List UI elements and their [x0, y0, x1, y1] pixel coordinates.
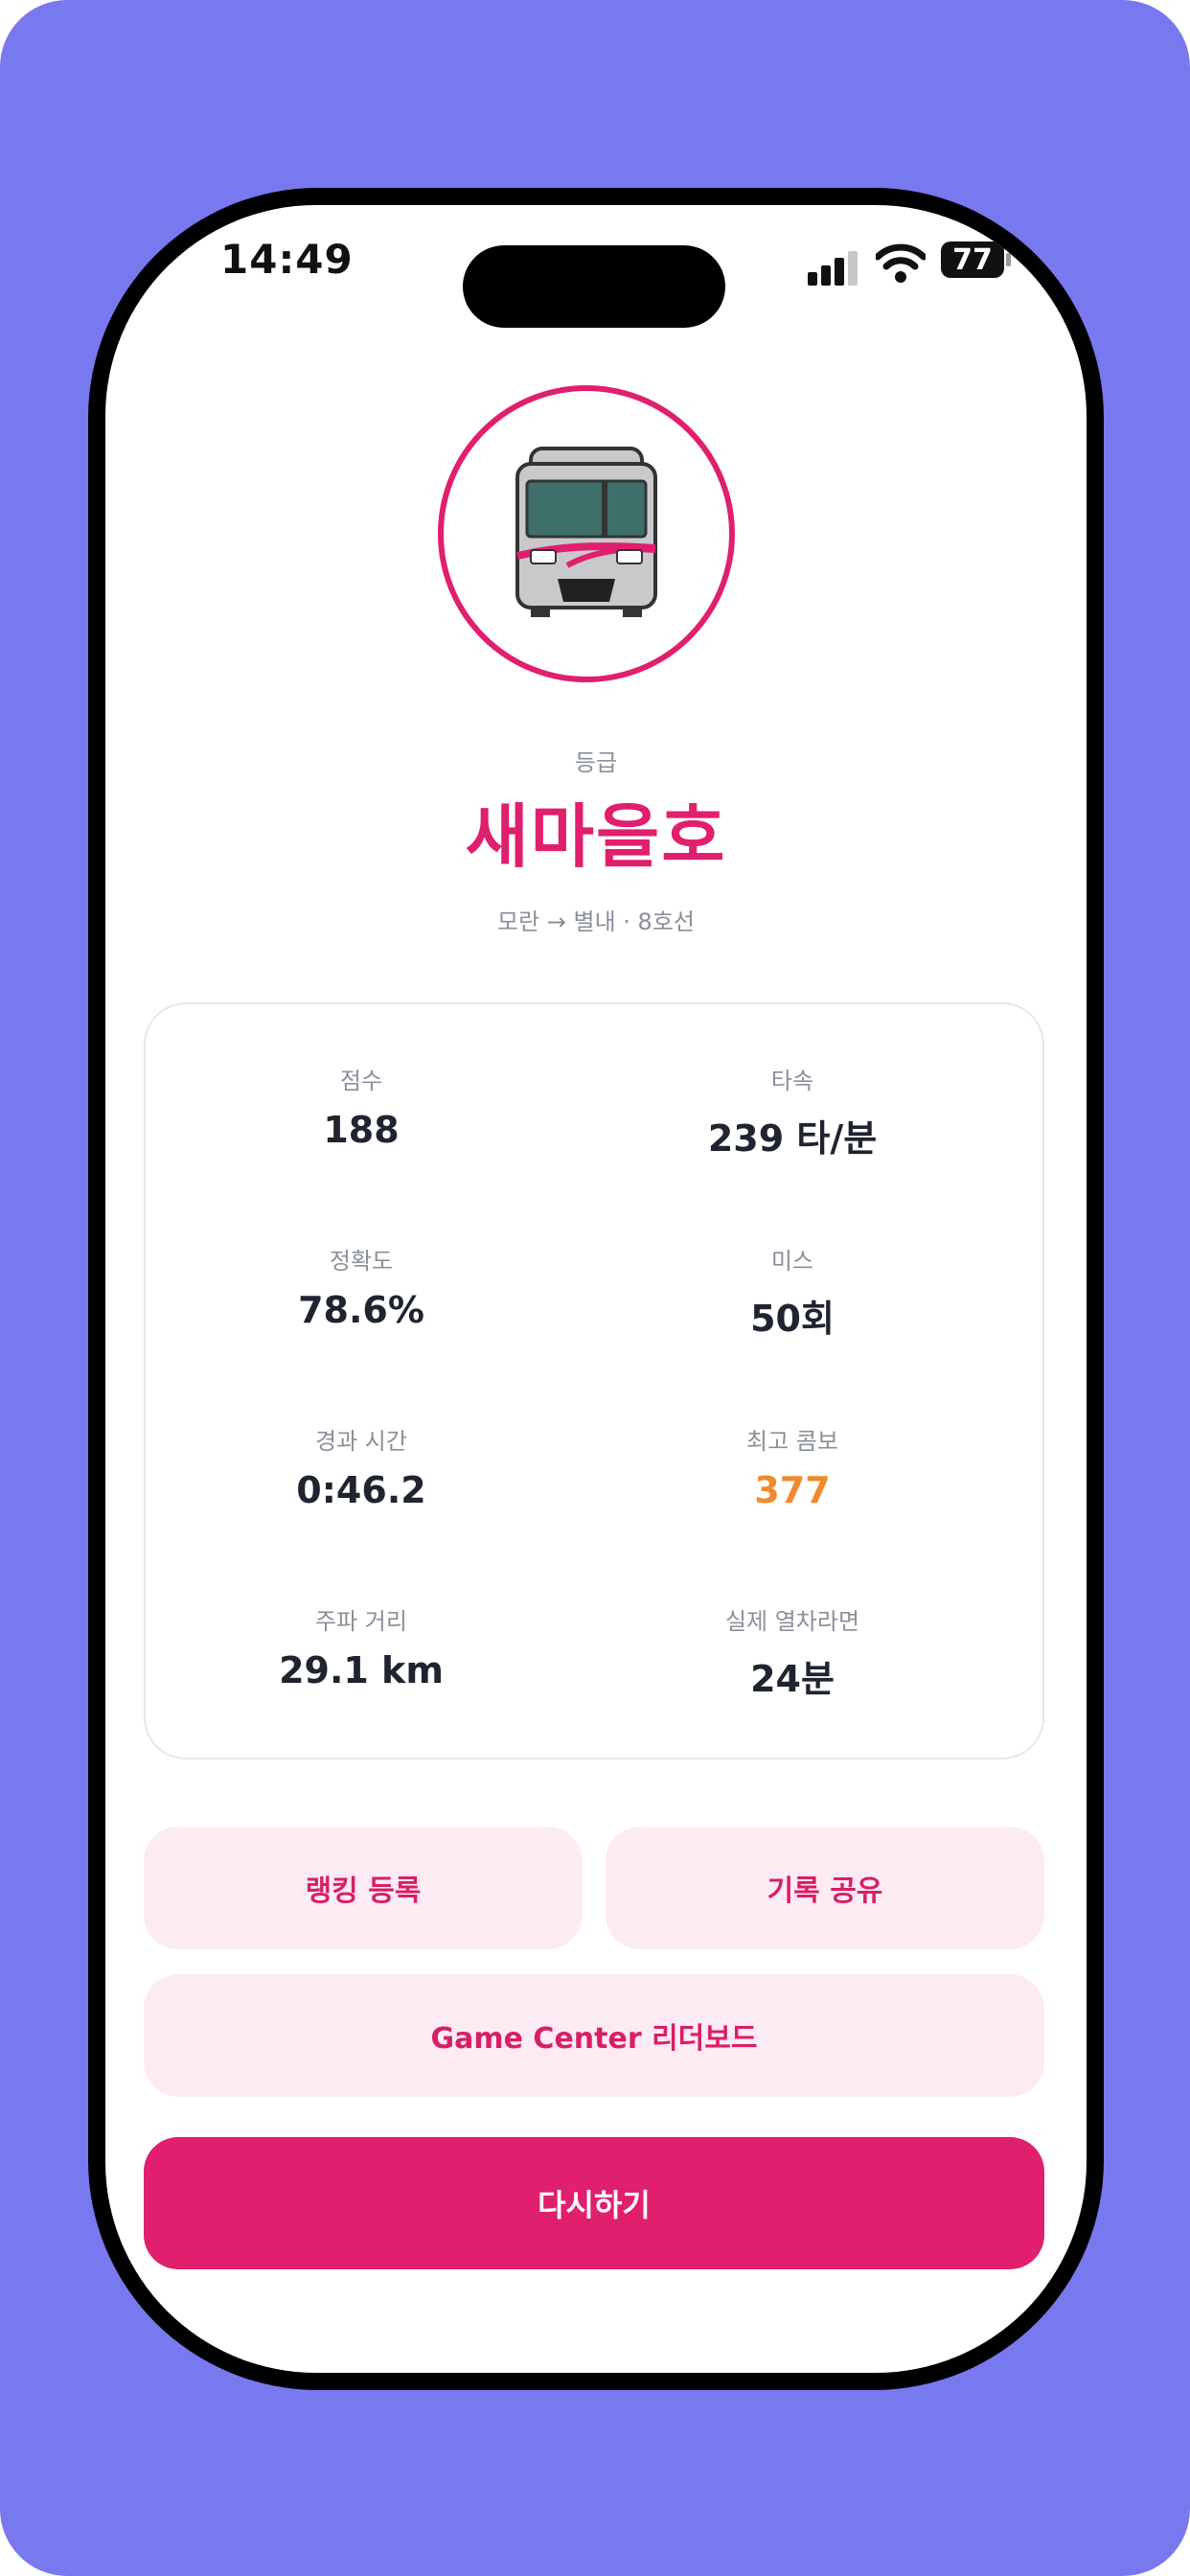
stat-accuracy: 정확도 78.6% [146, 1242, 577, 1331]
stat-value: 78.6% [298, 1289, 424, 1331]
share-record-button[interactable]: 기록 공유 [606, 1827, 1044, 1949]
stat-value: 188 [323, 1109, 400, 1151]
stat-label: 미스 [770, 1248, 814, 1275]
stat-score: 점수 188 [146, 1062, 577, 1151]
game-center-leaderboard-button[interactable]: Game Center 리더보드 [144, 1974, 1044, 2097]
stat-value: 50회 [750, 1298, 835, 1340]
grade-label: 등급 [574, 749, 618, 776]
stat-value: 29.1 km [279, 1649, 444, 1691]
stat-label: 실제 열차라면 [724, 1608, 860, 1635]
stat-label: 타속 [770, 1068, 814, 1094]
stat-value: 239 타/분 [707, 1117, 878, 1160]
stat-label: 점수 [339, 1068, 383, 1094]
stats-card: 점수 188 타속 239 타/분 정확도 78.6% 미스 50회 경과 시간… [144, 1002, 1044, 1760]
stat-speed: 타속 239 타/분 [577, 1062, 1008, 1162]
route-info: 모란 → 별내 · 8호선 [496, 908, 695, 935]
stat-value: 377 [754, 1469, 831, 1511]
train-icon [515, 447, 657, 617]
dynamic-island [463, 245, 725, 328]
stat-max-combo: 최고 콤보 377 [577, 1422, 1008, 1511]
retry-button[interactable]: 다시하기 [144, 2137, 1044, 2269]
screen: 14:49 77 등급 새마을호 모란 → 별내 · 8호선 점수 188 타속… [105, 205, 1087, 2373]
battery-icon: 77 [941, 242, 1011, 278]
stat-label: 경과 시간 [315, 1428, 407, 1455]
grade-value: 새마을호 [465, 796, 727, 877]
stat-label: 주파 거리 [315, 1608, 407, 1635]
stat-value: 0:46.2 [296, 1469, 426, 1511]
stat-distance: 주파 거리 29.1 km [146, 1602, 577, 1691]
cellular-signal-icon [808, 245, 861, 286]
train-badge [438, 385, 735, 682]
stat-label: 정확도 [329, 1248, 394, 1275]
stat-value: 24분 [750, 1658, 835, 1700]
battery-level: 77 [952, 242, 993, 277]
stat-elapsed-time: 경과 시간 0:46.2 [146, 1422, 577, 1511]
stat-miss: 미스 50회 [577, 1242, 1008, 1342]
ranking-register-button[interactable]: 랭킹 등록 [144, 1827, 583, 1949]
stat-real-train-time: 실제 열차라면 24분 [577, 1602, 1008, 1702]
status-time: 14:49 [220, 236, 354, 283]
stat-label: 최고 콤보 [746, 1428, 838, 1455]
wifi-icon [876, 243, 926, 283]
